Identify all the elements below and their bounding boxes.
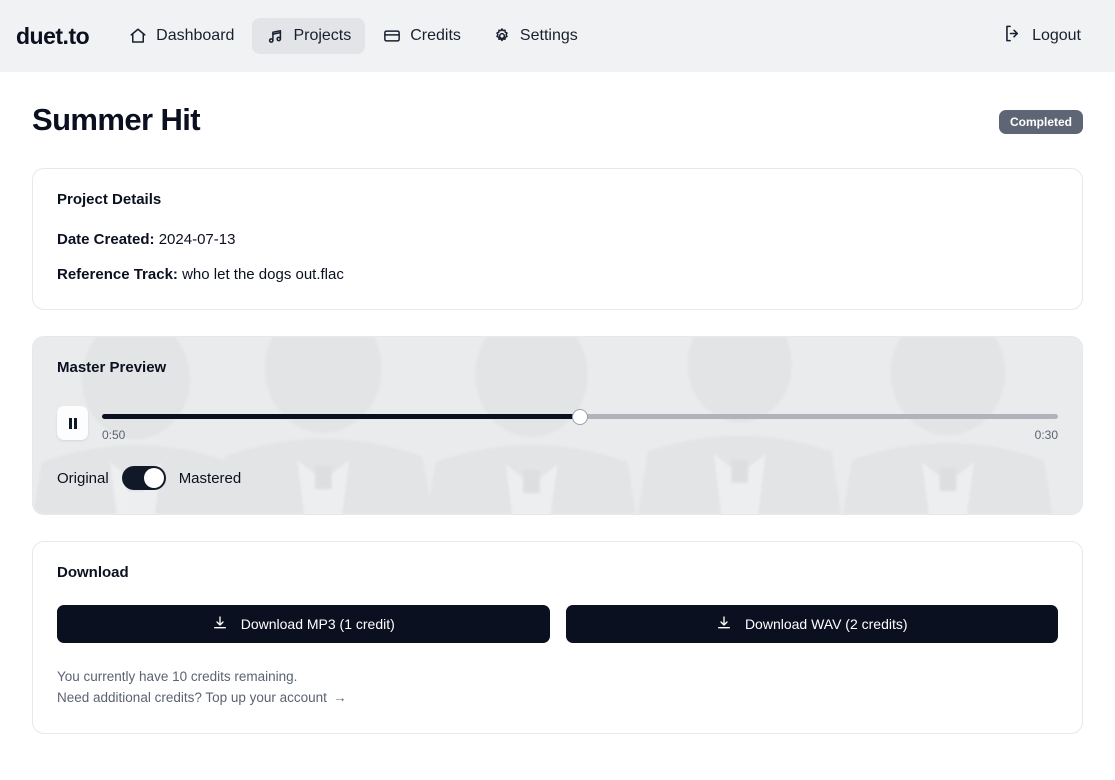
page-title-row: Summer Hit Completed: [32, 72, 1083, 168]
detail-value-reference-track: who let the dogs out.flac: [182, 266, 344, 283]
app-header: duet.to Dashboard Projects Credits Setti…: [0, 0, 1115, 72]
nav-item-settings[interactable]: Settings: [479, 18, 592, 54]
master-preview-card: Master Preview 0:50 0:30 Original Master…: [32, 336, 1083, 515]
nav-label-projects: Projects: [293, 27, 352, 44]
topup-link-label: Need additional credits? Top up your acc…: [57, 689, 327, 705]
download-icon: [212, 615, 228, 634]
switch-knob: [143, 468, 164, 488]
project-details-title: Project Details: [57, 191, 162, 208]
detail-row-date-created: Date Created: 2024-07-13: [57, 231, 1058, 248]
arrow-right-icon: →: [332, 689, 347, 705]
progress-slider-thumb[interactable]: [572, 408, 588, 425]
credits-note: You currently have 10 credits remaining.…: [57, 667, 1058, 709]
credit-card-icon: [383, 27, 401, 45]
total-time: 0:30: [1034, 428, 1058, 442]
master-preview-content: Master Preview 0:50 0:30 Original Master…: [57, 359, 1058, 490]
page-content: Summer Hit Completed Project Details Dat…: [0, 72, 1115, 734]
music-note-icon: [266, 27, 284, 45]
page-title: Summer Hit: [32, 102, 201, 137]
play-pause-button[interactable]: [57, 406, 88, 440]
nav-label-settings: Settings: [519, 27, 578, 44]
download-mp3-label: Download MP3 (1 credit): [240, 616, 395, 632]
nav-item-credits[interactable]: Credits: [369, 18, 475, 54]
nav-item-projects[interactable]: Projects: [252, 18, 366, 54]
original-mastered-toggle-row: Original Mastered: [57, 466, 1058, 490]
audio-player: 0:50 0:30: [57, 405, 1058, 442]
nav-item-dashboard[interactable]: Dashboard: [115, 18, 248, 54]
download-wav-label: Download WAV (2 credits): [744, 616, 908, 632]
project-details-card: Project Details Date Created: 2024-07-13…: [32, 168, 1083, 310]
nav-label-dashboard: Dashboard: [156, 27, 235, 44]
detail-value-date-created: 2024-07-13: [158, 231, 236, 248]
gear-icon: [493, 27, 511, 45]
pause-icon: [68, 417, 77, 429]
master-preview-title: Master Preview: [57, 359, 167, 376]
credits-remaining-text: You currently have 10 credits remaining.: [57, 669, 298, 684]
progress-slider[interactable]: [102, 408, 1058, 425]
detail-row-reference-track: Reference Track: who let the dogs out.fl…: [57, 266, 1058, 283]
home-icon: [129, 27, 147, 45]
download-icon: [716, 615, 732, 634]
nav-label-credits: Credits: [410, 27, 461, 44]
progress-slider-wrap: 0:50 0:30: [102, 405, 1058, 442]
detail-label-date-created: Date Created:: [57, 231, 155, 248]
download-wav-button[interactable]: Download WAV (2 credits): [565, 605, 1058, 643]
download-title: Download: [57, 564, 129, 581]
status-badge: Completed: [998, 110, 1083, 134]
download-mp3-button[interactable]: Download MP3 (1 credit): [57, 605, 550, 643]
original-mastered-switch[interactable]: [121, 466, 166, 490]
download-card: Download Download MP3 (1 credit) Downloa…: [32, 541, 1083, 734]
logout-icon: [1003, 24, 1022, 48]
toggle-label-mastered: Mastered: [178, 469, 242, 487]
time-row: 0:50 0:30: [102, 428, 1058, 442]
progress-slider-fill: [102, 414, 580, 419]
detail-label-reference-track: Reference Track:: [57, 266, 178, 283]
toggle-label-original: Original: [57, 469, 109, 487]
brand-logo[interactable]: duet.to: [16, 23, 90, 50]
logout-button[interactable]: Logout: [991, 16, 1093, 56]
topup-account-link[interactable]: Need additional credits? Top up your acc…: [57, 688, 346, 709]
download-button-row: Download MP3 (1 credit) Download WAV (2 …: [57, 605, 1058, 643]
logout-label: Logout: [1032, 27, 1081, 44]
current-time: 0:50: [102, 428, 126, 442]
main-nav: Dashboard Projects Credits Settings: [115, 18, 592, 54]
